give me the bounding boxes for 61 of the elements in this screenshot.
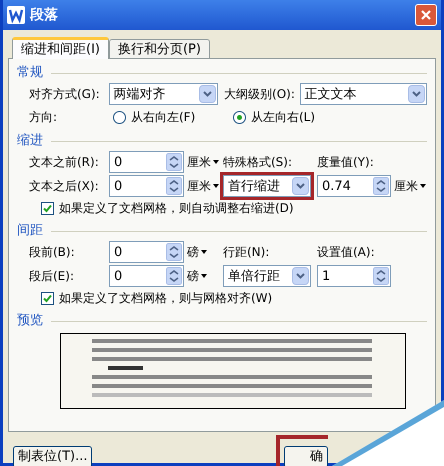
field-label: 文本之前(R):: [29, 154, 99, 171]
section-title: 间距: [17, 223, 43, 239]
section-title: 缩进: [17, 133, 43, 149]
spin-arrows-icon: [166, 153, 182, 171]
chevron-down-icon: [296, 183, 305, 189]
unit-dropdown[interactable]: 厘米: [394, 177, 418, 195]
field-label: 特殊格式(S):: [223, 154, 292, 171]
caret-icon: [213, 184, 219, 188]
close-button[interactable]: [415, 4, 437, 26]
spin-arrows-icon: [373, 267, 389, 285]
spin-field[interactable]: 0: [109, 151, 184, 173]
unit-dropdown[interactable]: 磅: [187, 243, 199, 261]
caret-icon: [213, 160, 219, 164]
dialog-button[interactable]: 制表位(T)...: [13, 446, 92, 466]
field-label: 度量值(Y):: [317, 154, 374, 171]
dialog-button[interactable]: 确: [284, 446, 328, 466]
field-label: 大纲级别(O):: [224, 86, 295, 103]
radio-button[interactable]: [233, 110, 246, 124]
spin-field[interactable]: 1: [317, 265, 391, 287]
checkbox[interactable]: [41, 202, 54, 214]
radio-button[interactable]: [113, 110, 126, 124]
caret-icon: [201, 250, 207, 254]
tab[interactable]: 换行和分页(P): [108, 39, 210, 58]
spin-field[interactable]: 0: [109, 175, 184, 197]
spin-field[interactable]: 0: [109, 265, 184, 287]
field-label: 行距(N):: [223, 244, 270, 261]
app-icon: [7, 6, 25, 24]
dropdown[interactable]: 正文文本: [300, 83, 428, 105]
field-label: 设置值(A):: [317, 244, 375, 261]
spin-arrows-icon: [166, 267, 182, 285]
close-icon: [420, 9, 432, 21]
chevron-down-icon: [203, 91, 212, 97]
field-label: 段前(B):: [29, 244, 75, 261]
checkbox-label: 如果定义了文档网格，则自动调整右缩进(D): [59, 200, 294, 217]
spin-arrows-icon: [166, 243, 182, 261]
tab[interactable]: 缩进和间距(I): [12, 37, 109, 59]
spin-arrows-icon: [373, 177, 389, 195]
spin-field[interactable]: 0: [109, 241, 184, 263]
section-title: 常规: [17, 65, 43, 81]
field-label: 文本之后(X):: [29, 178, 99, 195]
unit-dropdown[interactable]: 磅: [187, 267, 199, 285]
window-title: 段落: [30, 6, 58, 24]
dropdown[interactable]: 两端对齐: [108, 83, 218, 105]
field-label: 方向:: [29, 109, 58, 126]
unit-dropdown[interactable]: 厘米: [187, 177, 211, 195]
caret-icon: [201, 274, 207, 278]
checkbox[interactable]: [41, 292, 54, 304]
field-label: 段后(E):: [29, 268, 74, 285]
dropdown[interactable]: 单倍行距: [223, 265, 311, 287]
field-label: 对齐方式(G):: [29, 86, 100, 103]
chevron-down-icon: [412, 91, 422, 97]
spin-field[interactable]: 0.74: [317, 175, 391, 197]
caret-icon: [420, 184, 426, 188]
chevron-down-icon: [296, 273, 305, 279]
unit-dropdown[interactable]: 厘米: [187, 153, 211, 171]
radio-label: 从右向左(F): [131, 109, 196, 126]
checkbox-label: 如果定义了文档网格，则与网格对齐(W): [59, 290, 272, 307]
spin-arrows-icon: [166, 177, 182, 195]
dropdown[interactable]: 首行缩进: [223, 175, 311, 197]
section-title: 预览: [17, 313, 43, 329]
radio-label: 从左向右(L): [251, 109, 316, 126]
